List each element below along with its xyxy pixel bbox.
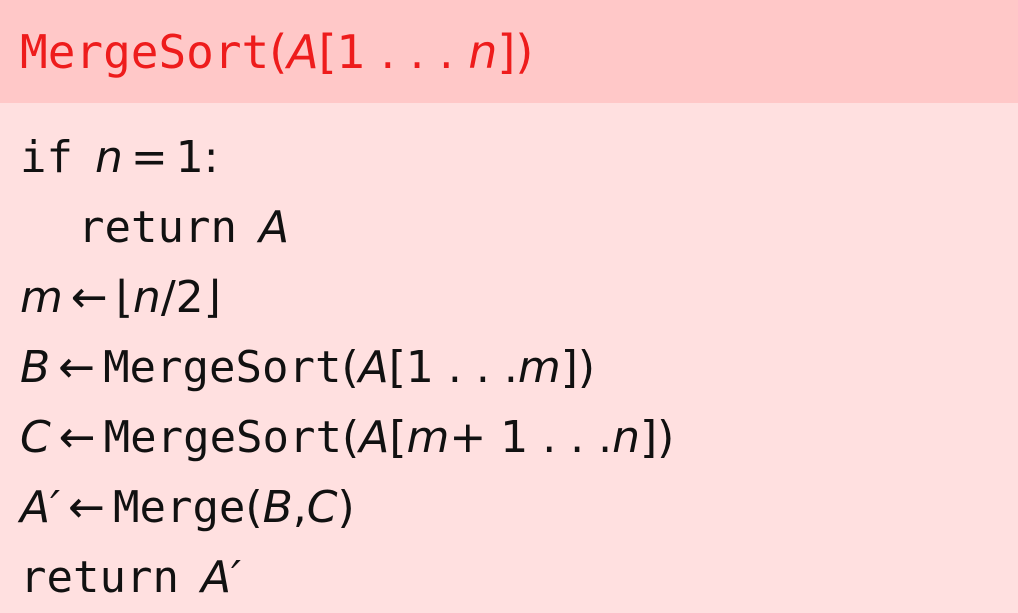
paren-close: ): [337, 482, 355, 533]
keyword-return: return: [20, 552, 179, 603]
operator-assign: ←: [58, 412, 96, 463]
code-line-assign-c: C ← MergeSort(A[m + 1 . . . n]): [20, 403, 1018, 473]
paren-open: (: [342, 412, 360, 463]
algorithm-header: MergeSort(A[1 . . . n]): [0, 0, 1018, 103]
title-paren-open: (: [269, 24, 288, 79]
code-line-assign-a-prime: A′ ← Merge(B, C): [20, 473, 1018, 543]
operator-assign: ←: [68, 482, 105, 533]
var-a: A: [258, 202, 290, 253]
range-close: ]): [640, 412, 675, 463]
code-line-return-a-prime: return A′: [20, 543, 1018, 613]
var-b: B: [20, 342, 51, 393]
title-array-var: A: [287, 24, 319, 79]
range-middle: + 1 . . .: [449, 412, 613, 463]
range-open: [1 . . .: [388, 342, 518, 393]
comma: ,: [292, 482, 307, 533]
var-n: n: [94, 132, 123, 183]
code-line-if: if n = 1:: [20, 123, 1018, 193]
var-n: n: [612, 412, 641, 463]
code-line-assign-m: m ← ⌊ n/2⌋: [20, 263, 1018, 333]
var-m: m: [20, 272, 63, 323]
algorithm-body: if n = 1: return A m ← ⌊ n/2⌋ B ← MergeSort(A [1 .…: [0, 103, 1018, 613]
condition-value: 1:: [175, 132, 219, 183]
algorithm-block: MergeSort(A[1 . . . n]) if n = 1: return A m…: [0, 0, 1018, 613]
range-close: ]): [560, 342, 596, 393]
floor-close: /2⌋: [160, 272, 221, 323]
var-a: A: [358, 342, 389, 393]
call-merge: Merge: [112, 482, 246, 533]
var-m: m: [517, 342, 561, 393]
var-a-prime: A′: [200, 552, 242, 603]
operator-equals: =: [130, 132, 168, 183]
paren-open: (: [245, 482, 263, 533]
title-range-close: ]): [497, 24, 534, 79]
var-b: B: [262, 482, 293, 533]
var-c: C: [20, 412, 51, 463]
operator-assign: ←: [58, 342, 96, 393]
bracket-open: [: [389, 412, 407, 463]
keyword-return: return: [78, 202, 237, 253]
var-a-prime: A′: [20, 482, 61, 533]
var-a: A: [359, 412, 390, 463]
var-m: m: [406, 412, 450, 463]
keyword-if: if: [20, 132, 73, 183]
code-line-return-a: return A: [20, 193, 1018, 263]
title-range-open: [1 . . .: [318, 24, 469, 79]
var-n: n: [132, 272, 161, 323]
title-function-name: MergeSort: [20, 24, 270, 79]
call-mergesort: MergeSort: [103, 342, 342, 393]
code-line-assign-b: B ← MergeSort(A [1 . . . m]): [20, 333, 1018, 403]
var-c: C: [306, 482, 338, 533]
algorithm-title: MergeSort(A[1 . . . n]): [20, 29, 533, 75]
paren-open: (: [341, 342, 359, 393]
call-mergesort: MergeSort: [103, 412, 343, 463]
operator-assign: ←: [70, 272, 108, 323]
title-length-var: n: [468, 24, 498, 79]
floor-open: ⌊: [115, 272, 133, 323]
